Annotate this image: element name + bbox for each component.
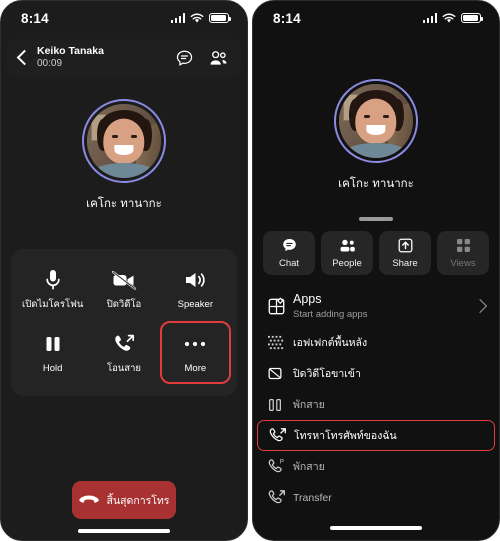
- status-bar-right: 8:14: [253, 1, 499, 35]
- tab-views[interactable]: Views: [437, 231, 489, 275]
- status-icons: [170, 13, 231, 24]
- people-icon: [340, 239, 355, 252]
- battery-icon: [209, 13, 231, 23]
- speaker-icon: [183, 267, 208, 293]
- call-transfer-icon: [267, 488, 293, 507]
- control-video[interactable]: ปิดวิดีโอ: [88, 259, 159, 317]
- microphone-icon: [44, 267, 62, 293]
- chevron-right-icon: [472, 298, 488, 314]
- sheet-tabs: Chat People Share Views: [253, 231, 499, 275]
- avatar: [87, 104, 161, 178]
- control-label: ปิดวิดีโอ: [106, 299, 142, 310]
- call-controls-grid: เปิดไมโครโฟน ปิดวิดีโอ Speaker Hold โอนส…: [17, 259, 231, 384]
- menu-item-label: Apps: [293, 292, 322, 307]
- back-chevron-icon[interactable]: [15, 46, 31, 70]
- control-transfer[interactable]: โอนสาย: [88, 321, 159, 383]
- share-upload-icon: [398, 238, 412, 253]
- hangup-phone-icon: [78, 495, 99, 503]
- tab-chat[interactable]: Chat: [263, 231, 315, 275]
- control-hold[interactable]: Hold: [17, 321, 88, 383]
- menu-item-label: พักสาย: [293, 399, 325, 411]
- sheet-drag-handle[interactable]: [359, 217, 393, 221]
- tab-label: Views: [450, 258, 476, 269]
- tab-share[interactable]: Share: [379, 231, 431, 275]
- avatar-ring: [334, 79, 418, 163]
- signal-bars-icon: [170, 13, 185, 23]
- phone-right: 8:14 เคโกะ ทานากะ Chat People Share View…: [252, 0, 500, 541]
- control-label: โอนสาย: [106, 363, 141, 375]
- menu-item-transfer[interactable]: Transfer: [253, 482, 499, 513]
- tab-label: Share: [392, 258, 418, 269]
- call-park-icon: P: [267, 457, 293, 476]
- end-call-area: สิ้นสุดการโทร: [1, 481, 247, 529]
- control-speaker[interactable]: Speaker: [160, 259, 231, 317]
- avatar: [339, 84, 413, 158]
- tab-label: People: [332, 258, 362, 269]
- home-indicator-left: [78, 529, 170, 533]
- menu-item-label: พักสาย: [293, 461, 325, 473]
- home-indicator-right: [330, 526, 422, 530]
- menu-item-label: Transfer: [293, 491, 332, 504]
- battery-icon: [461, 13, 483, 23]
- pause-icon: [267, 397, 293, 413]
- people-icon[interactable]: [208, 49, 229, 68]
- participant-avatar-block-left: เคโกะ ทานากะ: [1, 99, 247, 213]
- menu-item-incoming-video-off[interactable]: ปิดวิดีโอขาเข้า: [253, 358, 499, 389]
- control-label: Hold: [42, 363, 63, 375]
- end-call-button[interactable]: สิ้นสุดการโทร: [72, 481, 176, 519]
- control-label: More: [184, 363, 207, 375]
- screenshot-stage: 8:14 Keiko Tanaka 00:09 เคโกะ ทานากะ เปิ…: [0, 0, 500, 541]
- chat-bubble-icon[interactable]: [175, 49, 194, 68]
- control-more[interactable]: More: [159, 321, 231, 384]
- call-transfer-icon: [112, 331, 136, 357]
- participant-name-right: เคโกะ ทานากะ: [338, 178, 414, 190]
- wifi-icon: [190, 13, 204, 23]
- chat-bubble-icon: [282, 239, 296, 252]
- header-icons: [175, 49, 229, 68]
- incoming-video-off-icon: [267, 365, 293, 382]
- signal-bars-icon: [422, 13, 437, 23]
- status-bar-left: 8:14: [1, 1, 247, 35]
- caller-meta: Keiko Tanaka 00:09: [31, 45, 175, 71]
- video-off-icon: [111, 267, 137, 293]
- call-out-icon: [268, 426, 294, 445]
- phone-left: 8:14 Keiko Tanaka 00:09 เคโกะ ทานากะ เปิ…: [0, 0, 248, 541]
- menu-item-label: ปิดวิดีโอขาเข้า: [293, 368, 361, 380]
- status-icons: [422, 13, 483, 24]
- menu-item-label: โทรหาโทรศัพท์ของฉัน: [294, 430, 397, 442]
- menu-item-call-my-phone[interactable]: โทรหาโทรศัพท์ของฉัน: [257, 420, 495, 451]
- participant-name-left: เคโกะ ทานากะ: [86, 198, 162, 210]
- ellipsis-icon: [182, 331, 208, 357]
- tab-people[interactable]: People: [321, 231, 373, 275]
- svg-text:P: P: [280, 458, 284, 465]
- menu-item-background-effects[interactable]: เอฟเฟกต์พื้นหลัง: [253, 327, 499, 358]
- more-menu-list: Apps Start adding apps เอฟเฟกต์พื้นหลัง …: [253, 285, 499, 513]
- end-call-label: สิ้นสุดการโทร: [106, 494, 170, 507]
- apps-icon: [267, 296, 293, 316]
- control-label: Speaker: [177, 299, 214, 310]
- menu-item-apps[interactable]: Apps Start adding apps: [253, 285, 499, 327]
- wifi-icon: [442, 13, 456, 23]
- grid-views-icon: [456, 239, 470, 252]
- control-label: เปิดไมโครโฟน: [21, 299, 84, 310]
- menu-item-sublabel: Start adding apps: [293, 308, 368, 320]
- menu-item-label: เอฟเฟกต์พื้นหลัง: [293, 337, 368, 349]
- menu-item-hold[interactable]: พักสาย: [253, 389, 499, 420]
- menu-item-park-call[interactable]: P พักสาย: [253, 451, 499, 482]
- control-mic[interactable]: เปิดไมโครโฟน: [17, 259, 88, 317]
- pause-icon: [43, 331, 63, 357]
- caller-name: Keiko Tanaka: [37, 45, 104, 58]
- call-header: Keiko Tanaka 00:09: [7, 39, 241, 77]
- status-time: 8:14: [21, 10, 49, 26]
- status-time: 8:14: [273, 10, 301, 26]
- call-controls-panel: เปิดไมโครโฟน ปิดวิดีโอ Speaker Hold โอนส…: [11, 249, 237, 396]
- tab-label: Chat: [278, 258, 300, 269]
- avatar-ring: [82, 99, 166, 183]
- participant-avatar-block-right: เคโกะ ทานากะ: [253, 79, 499, 193]
- call-duration: 00:09: [37, 58, 63, 70]
- background-effects-icon: [267, 334, 293, 351]
